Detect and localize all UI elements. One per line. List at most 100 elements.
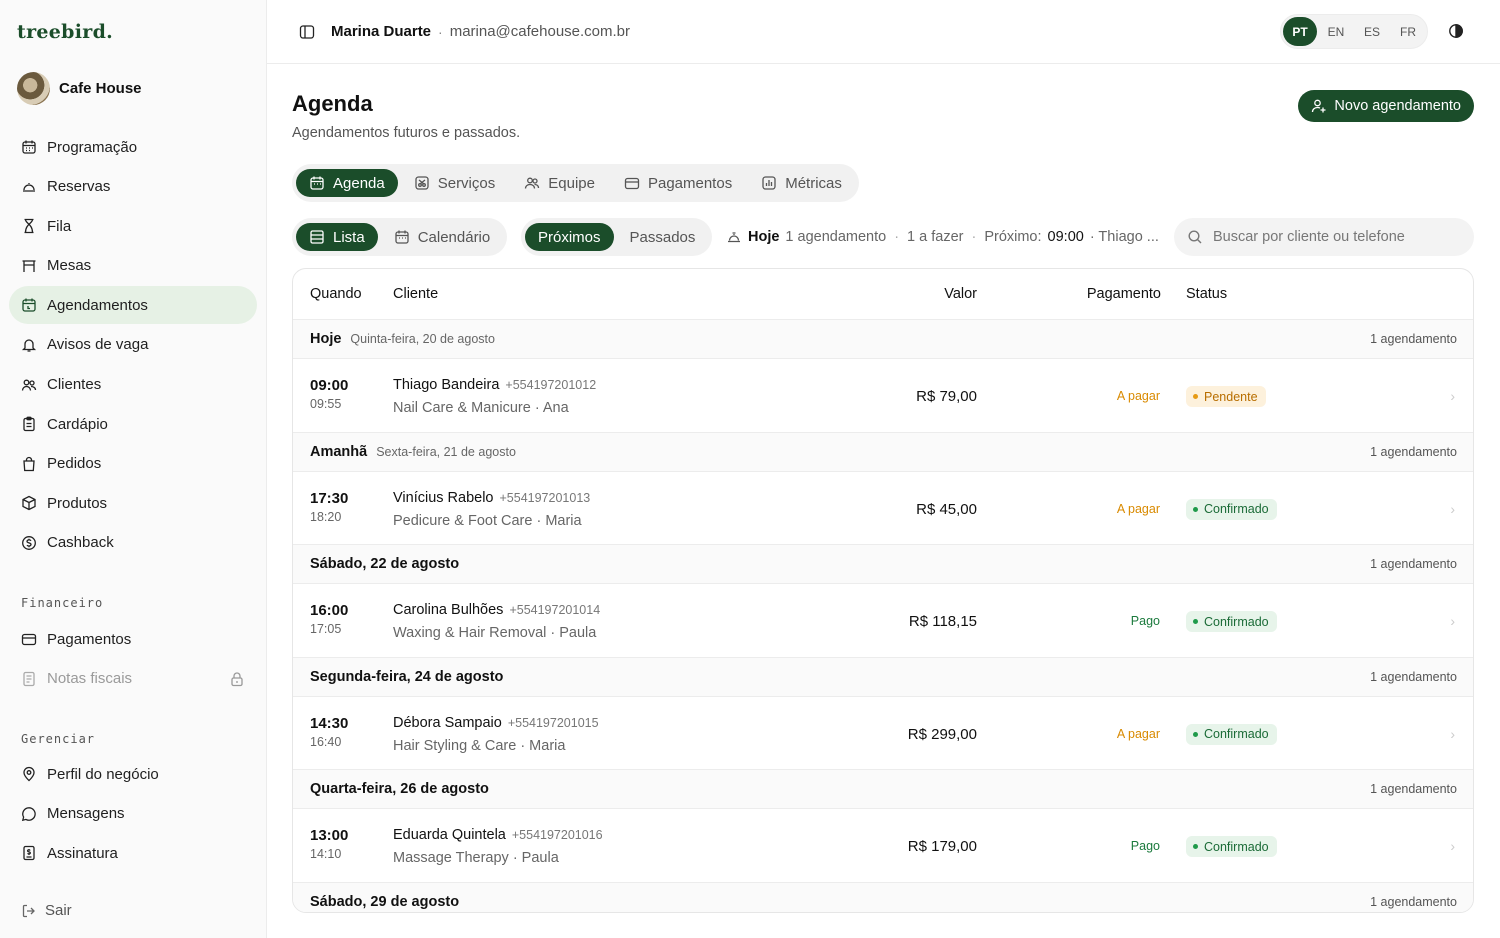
payment-status: A pagar [1116,501,1160,516]
table-row[interactable]: 17:30 18:20 Vinícius Rabelo +554197201013… [293,472,1473,545]
sidebar-toggle-icon[interactable] [299,24,315,40]
table-row[interactable]: 14:30 16:40 Débora Sampaio +554197201015 … [293,697,1473,770]
sidebar-item-produtos[interactable]: Produtos [9,484,257,522]
tab-label: Agenda [333,174,385,192]
appointments-table: Quando Cliente Valor Pagamento Status Ho… [292,268,1474,913]
summary-bar: Hoje 1 agendamento · 1 a fazer · Próximo… [726,218,1159,256]
status-badge: Confirmado [1186,611,1277,632]
sidebar: treebird. Cafe House Programação Reserva… [0,0,267,938]
new-appointment-label: Novo agendamento [1334,98,1461,114]
wallet-icon [21,631,37,647]
client-phone: +554197201014 [509,603,601,617]
sidebar-item-cashback[interactable]: Cashback [9,524,257,562]
sidebar-item-fila[interactable]: Fila [9,207,257,245]
sidebar-item-label: Mesas [47,257,92,275]
service-info: Hair Styling & Care · Maria [393,737,566,754]
sidebar-item-label: Cashback [47,534,114,552]
sidebar-item-cardapio[interactable]: Cardápio [9,405,257,443]
business-switcher[interactable]: Cafe House [17,72,142,105]
view-list-button[interactable]: Lista [296,223,378,251]
table-icon [21,258,37,274]
tab-pagamentos[interactable]: Pagamentos [611,169,745,197]
day-group-header: Hoje Quinta-feira, 20 de agosto 1 agenda… [293,320,1473,359]
main-nav: Programação Reservas Fila Mesas Agendame… [9,128,257,564]
sidebar-item-pagamentos[interactable]: Pagamentos [9,620,257,658]
tab-servicos[interactable]: Serviços [401,169,509,197]
table-row[interactable]: 09:00 09:55 Thiago Bandeira +554197201012… [293,359,1473,433]
sidebar-item-perfil[interactable]: Perfil do negócio [9,755,257,793]
view-toggle: Lista Calendário [292,218,508,256]
client-info: Débora Sampaio +554197201015 [393,715,599,731]
user-email: marina@cafehouse.com.br [449,23,631,40]
client-phone: +554197201016 [511,828,603,842]
section-label-gerenciar: Gerenciar [21,732,96,746]
group-day: Quarta-feira, 26 de agosto [310,781,489,797]
client-info: Thiago Bandeira +554197201012 [393,377,596,393]
tab-agenda[interactable]: Agenda [296,169,398,197]
sidebar-item-pedidos[interactable]: Pedidos [9,445,257,483]
status-badge: Confirmado [1186,723,1277,745]
service-info: Pedicure & Foot Care · Maria [393,512,582,529]
sidebar-item-clientes[interactable]: Clientes [9,366,257,404]
search-icon [1187,229,1203,245]
sidebar-item-notas-fiscais[interactable]: Notas fiscais [9,660,257,698]
period-past-button[interactable]: Passados [617,223,709,251]
payment-status: A pagar [1116,389,1160,403]
group-count: 1 agendamento [1370,669,1457,684]
sidebar-item-label: Fila [47,217,72,235]
chevron-right-icon: › [1450,388,1455,404]
end-time: 16:40 [310,734,342,749]
table-row[interactable]: 16:00 17:05 Carolina Bulhões +55419720101… [293,584,1473,658]
calendar-icon [21,139,37,155]
group-count: 1 agendamento [1370,557,1457,571]
period-upcoming-button[interactable]: Próximos [525,223,614,251]
sidebar-item-label: Reservas [47,178,111,196]
tab-metricas[interactable]: Métricas [748,169,855,197]
sidebar-item-programacao[interactable]: Programação [9,128,257,166]
sidebar-item-mensagens[interactable]: Mensagens [9,795,257,833]
lang-pt[interactable]: PT [1283,17,1317,46]
start-time: 16:00 [310,602,349,619]
group-day: Amanhã [310,443,368,460]
table-row[interactable]: 13:00 14:10 Eduarda Quintela +55419720101… [293,809,1473,883]
group-day: Segunda-feira, 24 de agosto [310,668,504,685]
table-header: Quando Cliente Valor Pagamento Status [293,269,1473,320]
header-client[interactable]: Cliente [393,286,438,302]
location-icon [21,766,37,782]
sidebar-item-assinatura[interactable]: Assinatura [9,834,257,872]
day-group-header: Sábado, 22 de agosto 1 agendamento [293,545,1473,584]
brand-logo[interactable]: treebird. [17,21,113,43]
day-group-header: Segunda-feira, 24 de agosto 1 agendament… [293,657,1473,697]
bell-icon [21,337,37,353]
header-payment[interactable]: Pagamento [1087,286,1161,302]
status-badge: Confirmado [1186,498,1277,520]
main-content: Marina Duarte · marina@cafehouse.com.br … [267,0,1500,938]
tab-equipe[interactable]: Equipe [511,169,608,197]
sidebar-item-mesas[interactable]: Mesas [9,247,257,285]
view-calendar-button[interactable]: Calendário [381,223,504,251]
status-badge: Confirmado [1186,836,1277,857]
appointment-value: R$ 79,00 [916,388,977,405]
appointment-value: R$ 299,00 [907,725,977,743]
sidebar-item-agendamentos[interactable]: Agendamentos [9,286,257,325]
chevron-right-icon: › [1450,838,1455,854]
header-value[interactable]: Valor [944,286,977,302]
sidebar-item-label: Pedidos [47,455,102,473]
theme-toggle-icon[interactable] [1448,23,1464,39]
lang-es[interactable]: ES [1355,17,1389,46]
sidebar-item-reservas[interactable]: Reservas [9,168,257,206]
lang-en[interactable]: EN [1319,17,1353,46]
logout-button[interactable]: Sair [21,902,72,919]
search-input[interactable]: Buscar por cliente ou telefone [1174,218,1474,256]
sidebar-item-label: Produtos [47,494,108,512]
users-icon [21,377,37,393]
new-appointment-button[interactable]: Novo agendamento [1298,90,1474,122]
client-phone: +554197201013 [499,490,591,505]
header-when[interactable]: Quando [310,286,362,302]
group-day: Sábado, 29 de agosto [310,893,460,910]
header-status[interactable]: Status [1186,286,1227,302]
summary-next-time: 09:00 [1047,229,1084,245]
lang-fr[interactable]: FR [1391,17,1425,46]
sidebar-item-avisos[interactable]: Avisos de vaga [9,326,257,364]
sidebar-item-label: Avisos de vaga [47,336,149,354]
